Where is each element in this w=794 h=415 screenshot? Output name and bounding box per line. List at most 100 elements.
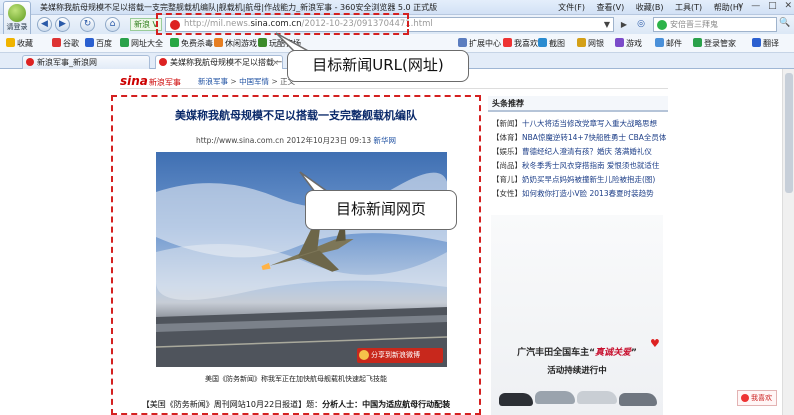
fav-item-google[interactable]: 谷歌 xyxy=(52,38,79,49)
tab-label: 新浪军事_新浪网 xyxy=(37,58,97,67)
photo-caption: 美国《防务新闻》称我军正在加快航母舰载机快速起飞技能 xyxy=(205,375,387,383)
article-photo[interactable]: 分享到新浪微博 xyxy=(156,152,447,367)
menu-view[interactable]: 查看(V) xyxy=(597,3,625,12)
car-image xyxy=(499,393,533,406)
login-button[interactable]: 请登录 xyxy=(3,1,31,37)
close-button[interactable]: ✕ xyxy=(784,1,792,11)
fav-game[interactable]: 游戏 xyxy=(615,38,642,49)
heart-icon: ♥ xyxy=(650,337,660,350)
ad-title: 广汽丰田全国车主“真诚关爱” xyxy=(517,348,637,358)
weibo-icon xyxy=(359,350,369,360)
search-icon[interactable]: 🔍 xyxy=(778,18,792,31)
shield-icon xyxy=(170,38,179,47)
scrollbar[interactable] xyxy=(782,69,794,415)
source-link[interactable]: 新华网 xyxy=(374,136,397,145)
menu-tools[interactable]: 工具(T) xyxy=(675,3,702,12)
search-input[interactable]: 安倍晋三拜鬼 xyxy=(653,17,777,32)
search-placeholder: 安倍晋三拜鬼 xyxy=(670,20,718,29)
puzzle-icon xyxy=(458,38,467,47)
fav-bank[interactable]: 网银 xyxy=(577,38,604,49)
tab-sina-military[interactable]: 新浪军事_新浪网 xyxy=(22,55,150,69)
fav-item-farm[interactable]: 玩酷农场 xyxy=(258,38,301,49)
scrollbar-thumb[interactable] xyxy=(785,73,793,193)
page-callout-label: 目标新闻网页 xyxy=(305,190,457,230)
sidebar: 头条推荐 【新闻】十八大将适当修改党章写入重大战略思想 【体育】NBA惊魔逆转1… xyxy=(488,96,668,415)
breadcrumb-section[interactable]: 中国军情 xyxy=(239,77,269,86)
fav-like[interactable]: 我喜欢 xyxy=(503,38,538,49)
gamepad-icon xyxy=(615,38,624,47)
back-icon[interactable]: ◀ xyxy=(37,17,52,32)
fav-mail[interactable]: 邮件 xyxy=(655,38,682,49)
ad-subtitle: 活动持续进行中 xyxy=(547,366,607,376)
share-weibo-button[interactable]: 分享到新浪微博 xyxy=(357,348,443,363)
sina-favicon-icon xyxy=(26,58,34,66)
article-meta: http://www.sina.com.cn 2012年10月23日 09:13… xyxy=(195,136,397,145)
page-viewport: sina新浪军事 新浪军事 > 中国军情 > 正文 美媒称我航母规模不足以搭载一… xyxy=(0,69,794,415)
home-icon[interactable]: ⌂ xyxy=(105,17,120,32)
fav-item-collect[interactable]: 收藏 xyxy=(6,38,33,49)
sites-icon xyxy=(120,38,129,47)
like-button[interactable]: 我喜欢 xyxy=(737,390,777,406)
car-image xyxy=(577,391,617,404)
fav-screenshot[interactable]: 截图 xyxy=(538,38,565,49)
ad-banner[interactable]: 广汽丰田全国车主“真诚关爱” ♥ 活动持续进行中 xyxy=(491,215,663,415)
tab-article[interactable]: 美媒称我航母规模不足以搭载一… × xyxy=(155,55,283,69)
login-label: 请登录 xyxy=(6,23,28,31)
chevron-down-icon[interactable]: ▼ xyxy=(604,18,610,31)
fav-manager[interactable]: 登录管家 xyxy=(693,38,736,49)
menu-file[interactable]: 文件(F) xyxy=(558,3,585,12)
list-item[interactable]: 【尚品】秋冬季秀士风衣穿搭指南 爱恨须也就适住 xyxy=(492,160,666,171)
close-icon[interactable]: × xyxy=(272,56,279,69)
breadcrumb: 新浪军事 > 中国军情 > 正文 xyxy=(198,77,296,86)
list-item[interactable]: 【体育】NBA惊魔逆转14+7快船胜勇士 CBA全员体训 xyxy=(492,132,666,143)
fav-translate[interactable]: 翻译 xyxy=(752,38,779,49)
avatar xyxy=(8,4,26,22)
url-callout-label: 目标新闻URL(网址) xyxy=(287,50,469,82)
list-item[interactable]: 【女性】如何救你打造小V脸 2013春夏时装趋势 xyxy=(492,188,666,199)
window-title: 美媒称我航母规模不足以搭载一支完整舰载机编队|舰载机|航母|作战能力_新浪军事 … xyxy=(40,3,438,12)
refresh-icon[interactable]: ↻ xyxy=(80,17,95,32)
stop-icon[interactable]: ◎ xyxy=(634,17,648,32)
minimize-button[interactable]: — xyxy=(751,1,760,11)
list-item[interactable]: 【新闻】十八大将适当修改党章写入重大战略思想 xyxy=(492,118,666,129)
tab-label: 美媒称我航母规模不足以搭载一… xyxy=(170,58,283,67)
article-region: 美媒称我航母规模不足以搭载一支完整舰载机编队 http://www.sina.c… xyxy=(111,95,481,415)
jet-takeoff-image xyxy=(156,172,447,367)
fav-item-antivirus[interactable]: 免费杀毒 xyxy=(170,38,213,49)
breadcrumb-home[interactable]: 新浪军事 xyxy=(198,77,228,86)
article-headline: 美媒称我航母规模不足以搭载一支完整舰载机编队 xyxy=(175,109,417,122)
sina-logo[interactable]: sina新浪军事 xyxy=(120,74,181,88)
list-item[interactable]: 【育儿】奶奶买早点妈妈被撞新生儿险被抱走(图) xyxy=(492,174,666,185)
fav-item-games[interactable]: 休闲游戏 xyxy=(214,38,257,49)
skin-button[interactable]: v xyxy=(738,1,743,11)
mail-icon xyxy=(655,38,664,47)
fav-item-baidu[interactable]: 百度 xyxy=(85,38,112,49)
heart-icon xyxy=(503,38,512,47)
article-first-line: 【美国《防务新闻》周刊网站10月22日报道】题：分析人士：中国为适应航母行动配装 xyxy=(141,400,451,409)
list-item[interactable]: 【娱乐】曹德经纪人澄清有孩？婚庆 落满婚礼仪 xyxy=(492,146,666,157)
url-highlight-box xyxy=(156,13,409,35)
manager-icon xyxy=(693,38,702,47)
window-controls: v — □ ✕ xyxy=(733,1,792,11)
fav-item-sites[interactable]: 网址大全 xyxy=(120,38,163,49)
sina-favicon-icon xyxy=(159,58,167,66)
baidu-icon xyxy=(85,38,94,47)
farm-icon xyxy=(258,38,267,47)
google-icon xyxy=(52,38,61,47)
menu-favorites[interactable]: 收藏(B) xyxy=(636,3,664,12)
car-image xyxy=(535,391,575,404)
bank-icon xyxy=(577,38,586,47)
translate-icon xyxy=(752,38,761,47)
heart-icon xyxy=(741,394,749,402)
game-icon xyxy=(214,38,223,47)
fav-extensions[interactable]: 扩展中心 xyxy=(458,38,501,49)
star-icon xyxy=(6,38,15,47)
sidebar-heading: 头条推荐 xyxy=(488,96,668,112)
car-image xyxy=(619,393,657,406)
search-engine-icon[interactable] xyxy=(657,20,667,30)
scissors-icon xyxy=(538,38,547,47)
maximize-button[interactable]: □ xyxy=(768,1,777,11)
go-button[interactable]: ▶ xyxy=(617,17,631,32)
menu-bar: 文件(F) 查看(V) 收藏(B) 工具(T) 帮助(H) xyxy=(549,2,742,13)
forward-icon[interactable]: ▶ xyxy=(55,17,70,32)
